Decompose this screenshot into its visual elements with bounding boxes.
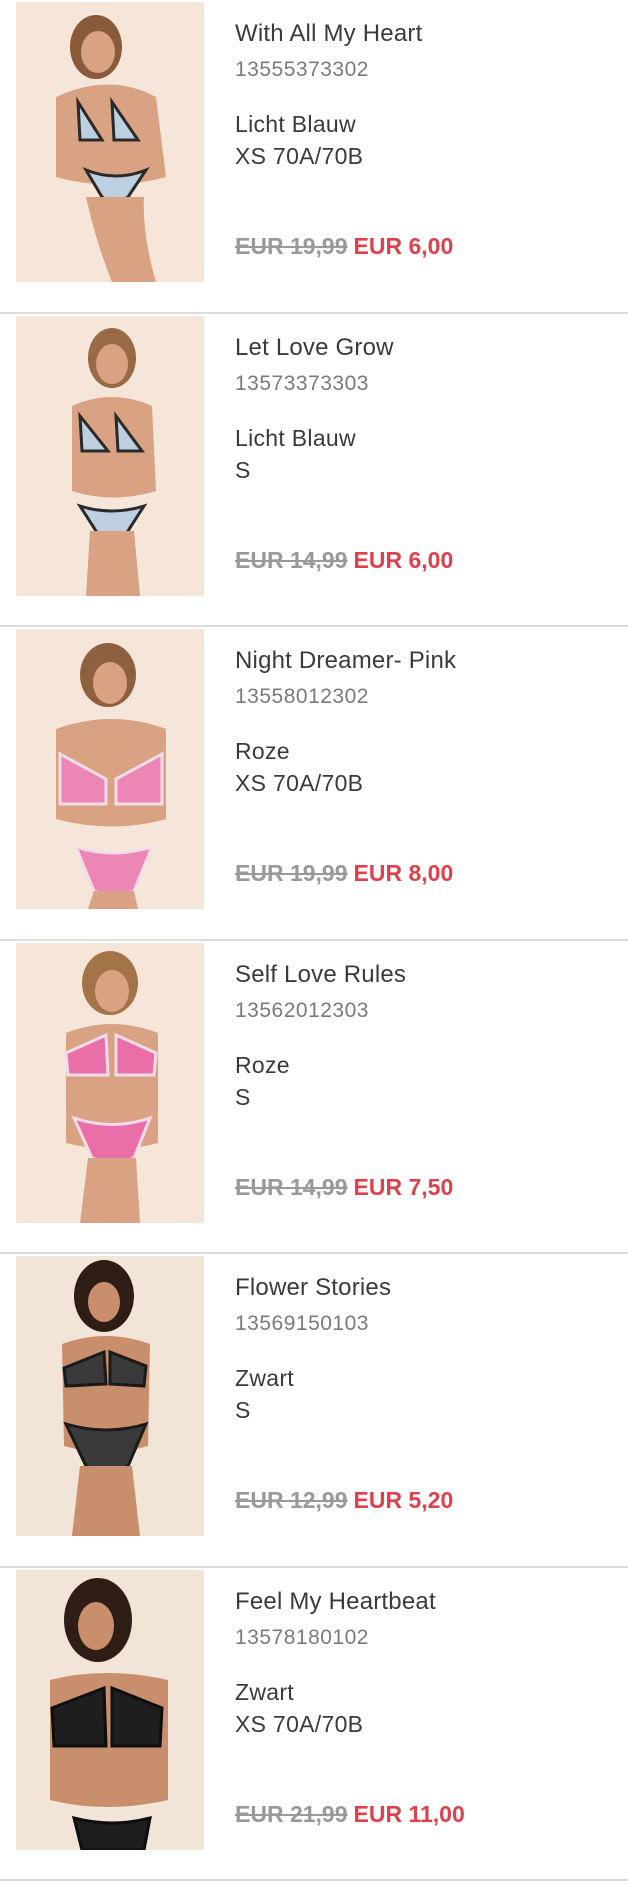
product-image xyxy=(16,1569,204,1850)
product-name[interactable]: Night Dreamer- Pink xyxy=(235,645,618,677)
product-name[interactable]: With All My Heart xyxy=(235,18,618,50)
product-color: Zwart xyxy=(235,1365,294,1391)
product-name[interactable]: Feel My Heartbeat xyxy=(235,1586,618,1618)
product-name[interactable]: Let Love Grow xyxy=(235,332,618,364)
brief xyxy=(71,1815,152,1850)
product-size: S xyxy=(235,456,251,483)
product-color: Roze xyxy=(235,1051,290,1078)
product-sku: 13578180102 xyxy=(235,1625,369,1649)
product-name[interactable]: Flower Stories xyxy=(235,1272,618,1304)
product-color: Roze xyxy=(235,738,290,764)
product-color: Licht Blauw xyxy=(235,424,356,451)
product-photo-pink-lingerie-icon[interactable] xyxy=(16,942,204,1223)
sale-price: EUR 6,00 xyxy=(353,546,454,573)
product-size: XS 70A/70B xyxy=(235,1710,364,1737)
price-block: EUR 14,99 EUR 7,50 xyxy=(235,1171,453,1203)
original-price: EUR 14,99 xyxy=(235,546,348,573)
product-sku: 13562012303 xyxy=(235,998,369,1022)
product-photo-black-lingerie-icon[interactable] xyxy=(16,1256,204,1536)
product-color: Licht Blauw xyxy=(235,111,356,137)
price-block: EUR 19,99 EUR 6,00 xyxy=(235,230,453,262)
order-items-list: With All My Heart 13555373302 Licht Blau… xyxy=(0,0,628,1881)
product-sku: 13555373302 xyxy=(235,58,369,81)
price-block: EUR 12,99 EUR 5,20 xyxy=(235,1484,453,1516)
sale-price: EUR 5,20 xyxy=(353,1487,454,1513)
product-image xyxy=(16,629,204,909)
product-photo-light-blue-lingerie-icon[interactable] xyxy=(16,2,204,282)
product-sku: 13569150103 xyxy=(235,1312,369,1335)
original-price: EUR 19,99 xyxy=(235,860,348,886)
product-size: S xyxy=(235,1397,251,1423)
list-item[interactable]: Flower Stories 13569150103 Zwart S EUR 1… xyxy=(0,1254,628,1568)
product-image xyxy=(16,315,204,596)
product-sku: 13558012302 xyxy=(235,685,369,708)
product-sku: 13573373303 xyxy=(235,371,369,395)
product-size: XS 70A/70B xyxy=(235,143,364,169)
product-size: S xyxy=(235,1083,251,1110)
product-photo-light-blue-lingerie-icon[interactable] xyxy=(16,315,204,596)
product-image xyxy=(16,1256,204,1536)
product-image xyxy=(16,942,204,1223)
product-size: XS 70A/70B xyxy=(235,770,364,796)
list-item[interactable]: Night Dreamer- Pink 13558012302 Roze XS … xyxy=(0,627,628,941)
price-block: EUR 19,99 EUR 8,00 xyxy=(235,857,453,889)
sale-price: EUR 6,00 xyxy=(353,233,454,259)
sale-price: EUR 8,00 xyxy=(353,860,454,886)
product-color: Zwart xyxy=(235,1678,294,1705)
product-name[interactable]: Self Love Rules xyxy=(235,959,618,991)
price-block: EUR 21,99 EUR 11,00 xyxy=(235,1798,465,1830)
list-item[interactable]: Self Love Rules 13562012303 Roze S EUR 1… xyxy=(0,941,628,1254)
product-photo-black-lingerie-icon[interactable] xyxy=(16,1569,204,1850)
original-price: EUR 19,99 xyxy=(235,233,348,259)
list-item[interactable]: With All My Heart 13555373302 Licht Blau… xyxy=(0,0,628,314)
sale-price: EUR 7,50 xyxy=(353,1173,454,1200)
sale-price: EUR 11,00 xyxy=(353,1800,465,1827)
original-price: EUR 14,99 xyxy=(235,1173,348,1200)
price-block: EUR 14,99 EUR 6,00 xyxy=(235,544,453,576)
product-image xyxy=(16,2,204,282)
original-price: EUR 12,99 xyxy=(235,1487,348,1513)
list-item[interactable]: Feel My Heartbeat 13578180102 Zwart XS 7… xyxy=(0,1568,628,1881)
original-price: EUR 21,99 xyxy=(235,1800,348,1827)
list-item[interactable]: Let Love Grow 13573373303 Licht Blauw S … xyxy=(0,314,628,627)
product-photo-pink-lingerie-icon[interactable] xyxy=(16,629,204,909)
